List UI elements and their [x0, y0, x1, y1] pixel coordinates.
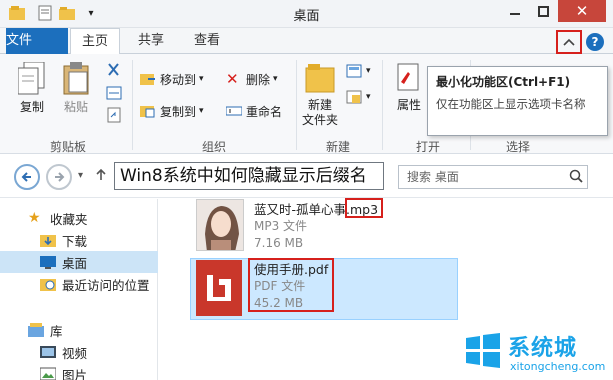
windows-logo-icon	[466, 333, 500, 368]
nav-videos[interactable]: 视频	[0, 341, 158, 363]
ribbon-minimize-tooltip: 最小化功能区(Ctrl+F1) 仅在功能区上显示选项卡名称	[427, 66, 608, 136]
nav-favorites[interactable]: ★ 收藏夹	[0, 207, 158, 229]
search-input[interactable]: 搜索 桌面	[398, 165, 588, 189]
navigation-pane: ★ 收藏夹 下载 桌面 最近访问的位置 库 视频 图片	[0, 199, 158, 380]
mp3-extension-highlight	[345, 198, 383, 218]
arrow-left-icon	[21, 172, 31, 182]
minimize-ribbon-button[interactable]	[556, 30, 582, 54]
watermark: 系统城 xitongcheng.com	[462, 330, 612, 380]
move-to-button[interactable]: 移动到 ▾	[140, 70, 204, 88]
file-name: 蓝又时-孤单心事	[254, 202, 347, 217]
copy-to-button[interactable]: 复制到 ▾	[140, 102, 204, 120]
maximize-button[interactable]	[530, 0, 556, 22]
library-icon	[28, 323, 44, 337]
properties-button[interactable]: 属性	[396, 62, 422, 113]
delete-button[interactable]: ✕ 删除 ▾	[226, 70, 278, 88]
new-folder-icon	[305, 64, 335, 93]
nav-pictures[interactable]: 图片	[0, 363, 158, 380]
tab-home[interactable]: 主页	[70, 28, 120, 55]
title-bar: ▾ 桌面 ✕	[0, 0, 613, 28]
paste-button[interactable]: 粘贴	[62, 62, 90, 115]
new-group-label: 新建	[326, 140, 351, 154]
recent-places-icon	[40, 277, 56, 291]
explorer-window: ▾ 桌面 ✕ 文件 主页 共享 查看 ? 复制 粘贴 剪贴板 移动到 ▾ 复制到…	[0, 0, 613, 380]
star-icon: ★	[28, 210, 41, 226]
downloads-folder-icon	[40, 233, 56, 247]
video-icon	[40, 345, 56, 359]
copy-icon	[18, 62, 45, 95]
navigation-bar: ▾ Win8系统中如何隐藏显示后缀名 搜索 桌面	[0, 154, 613, 198]
organize-group-label: 组织	[202, 140, 227, 154]
pdf-icon	[196, 260, 242, 316]
tab-view[interactable]: 查看	[182, 28, 232, 54]
rename-icon	[225, 103, 243, 119]
tab-share[interactable]: 共享	[126, 28, 176, 54]
address-bar[interactable]: Win8系统中如何隐藏显示后缀名	[114, 162, 384, 190]
up-button[interactable]	[94, 168, 108, 185]
open-group-label: 打开	[416, 140, 441, 154]
group-divider	[382, 60, 383, 150]
nav-desktop[interactable]: 桌面	[0, 251, 158, 273]
paste-shortcut-icon[interactable]	[106, 106, 122, 124]
easy-access-icon[interactable]: ▾	[346, 88, 371, 106]
ribbon-tabs: 文件 主页 共享 查看	[0, 28, 613, 55]
copy-button[interactable]: 复制	[18, 62, 46, 115]
tooltip-description: 仅在功能区上显示选项卡名称	[436, 97, 586, 111]
watermark-url: xitongcheng.com	[510, 360, 606, 373]
cut-icon[interactable]	[106, 62, 122, 80]
tab-file[interactable]: 文件	[6, 28, 68, 54]
arrow-up-icon	[96, 168, 106, 180]
delete-icon: ✕	[226, 70, 239, 88]
file-type: MP3 文件	[254, 219, 308, 233]
copy-path-icon[interactable]	[106, 84, 122, 102]
arrow-right-icon	[55, 172, 65, 182]
watermark-text: 系统城	[508, 336, 578, 361]
desktop-icon	[40, 255, 56, 269]
paste-icon	[63, 62, 89, 95]
help-icon[interactable]: ?	[586, 33, 604, 51]
file-size: 7.16 MB	[254, 236, 304, 250]
tooltip-title: 最小化功能区(Ctrl+F1)	[436, 75, 571, 89]
forward-button[interactable]	[46, 164, 72, 190]
nav-downloads[interactable]: 下载	[0, 229, 158, 251]
select-group-label: 选择	[506, 140, 531, 154]
new-item-icon[interactable]: ▾	[346, 62, 371, 80]
clipboard-group-label: 剪贴板	[50, 140, 87, 154]
recent-locations-icon[interactable]: ▾	[78, 170, 83, 181]
rename-button[interactable]: 重命名	[225, 102, 282, 120]
pdf-file-info-highlight	[248, 258, 334, 312]
album-art-thumbnail	[196, 199, 244, 251]
search-icon[interactable]	[569, 169, 583, 186]
group-divider	[132, 60, 133, 150]
nav-recent-places[interactable]: 最近访问的位置	[0, 273, 158, 295]
pictures-icon	[39, 367, 57, 380]
close-button[interactable]: ✕	[558, 0, 606, 22]
properties-icon	[397, 63, 419, 91]
chevron-up-icon	[563, 38, 575, 46]
minimize-button[interactable]	[502, 0, 528, 22]
copy-to-icon	[140, 103, 156, 119]
nav-libraries[interactable]: 库	[0, 319, 158, 341]
group-divider	[296, 60, 297, 150]
new-folder-button[interactable]: 新建 文件夹	[302, 62, 338, 128]
move-to-icon	[140, 71, 156, 87]
back-button[interactable]	[14, 164, 40, 190]
